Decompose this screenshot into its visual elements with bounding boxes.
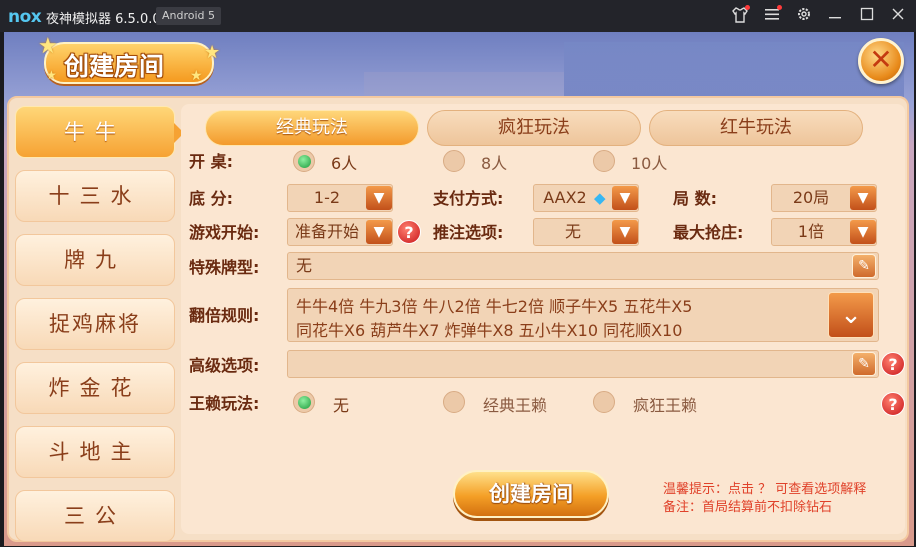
- create-room-panel: 牛牛 十三水 牌九 捉鸡麻将 炸金花 斗地主 三公 经典玩法 疯狂玩法 红牛玩法…: [7, 96, 909, 542]
- sidebar-item-label: 牛牛: [64, 120, 126, 144]
- advanced-field[interactable]: ✎: [287, 350, 879, 378]
- sidebar-item-label: 牌九: [64, 248, 126, 272]
- tab-label: 疯狂玩法: [498, 117, 570, 138]
- option-wildcard-crazy: 疯狂王赖: [633, 396, 698, 415]
- rounds-value: 20局: [792, 188, 830, 207]
- help-icon[interactable]: ?: [397, 220, 421, 244]
- tab-crazy[interactable]: 疯狂玩法: [427, 110, 641, 146]
- create-room-button[interactable]: 创建房间: [453, 470, 609, 518]
- sidebar-item-niuniu[interactable]: 牛牛: [15, 106, 184, 158]
- minimize-icon[interactable]: [825, 6, 845, 26]
- game-start-label: 游戏开始:: [189, 223, 260, 242]
- star-icon: ★: [204, 42, 221, 63]
- wildcard-label: 王赖玩法:: [189, 394, 260, 413]
- close-icon: ✕: [869, 43, 893, 76]
- star-icon: ★: [46, 68, 57, 82]
- sidebar-item-label: 十三水: [48, 184, 142, 208]
- tab-label: 红牛玩法: [720, 117, 792, 138]
- chevron-down-icon: ▼: [612, 186, 638, 210]
- game-start-value: 准备开始: [294, 222, 359, 241]
- special-cards-value: 无: [296, 256, 313, 275]
- sidebar-item-shisanshui[interactable]: 十三水: [15, 170, 175, 222]
- sidebar-item-paijiu[interactable]: 牌九: [15, 234, 175, 286]
- close-window-icon[interactable]: [888, 6, 908, 26]
- multiplier-rules-field[interactable]: 牛牛4倍 牛九3倍 牛八2倍 牛七2倍 顺子牛X5 五花牛X5 同花牛X6 葫芦…: [287, 288, 879, 342]
- settings-icon[interactable]: [794, 6, 814, 26]
- special-cards-label: 特殊牌型:: [189, 258, 260, 277]
- sidebar-item-label: 三公: [64, 504, 126, 528]
- max-grab-value: 1倍: [797, 222, 825, 241]
- chevron-down-icon: ▼: [366, 186, 392, 210]
- pin-icon[interactable]: ✎: [852, 254, 876, 278]
- nox-logo: nox: [8, 7, 42, 27]
- page-title: 创建房间: [64, 52, 165, 81]
- pin-icon[interactable]: ✎: [852, 352, 876, 376]
- chevron-down-icon[interactable]: ⌄: [828, 292, 874, 338]
- advanced-label: 高级选项:: [189, 356, 260, 375]
- sidebar-item-zhajinhua[interactable]: 炸金花: [15, 362, 175, 414]
- sidebar-item-label: 炸金花: [48, 376, 142, 400]
- app-name: 夜神模拟器 6.5.0.0: [46, 12, 161, 27]
- chevron-down-icon: ▼: [850, 220, 876, 244]
- close-dialog-button[interactable]: ✕: [858, 38, 904, 84]
- radio-10-players[interactable]: [593, 150, 615, 172]
- tip-note: 备注：首局结算前不扣除钻石: [663, 500, 833, 515]
- sidebar-item-doudizhu[interactable]: 斗地主: [15, 426, 175, 478]
- option-10-players: 10人: [631, 154, 668, 173]
- sidebar-item-zhuoji-mahjong[interactable]: 捉鸡麻将: [15, 298, 175, 350]
- base-score-label: 底 分:: [189, 189, 233, 208]
- chevron-down-icon: ▼: [612, 220, 638, 244]
- option-wildcard-none: 无: [333, 396, 350, 415]
- maximize-icon[interactable]: [857, 6, 877, 26]
- help-icon[interactable]: ?: [881, 392, 905, 416]
- radio-wildcard-none[interactable]: [293, 391, 315, 413]
- base-score-value: 1-2: [313, 188, 341, 207]
- bet-option-select[interactable]: 无 ▼: [533, 218, 639, 246]
- multiplier-rules-line1: 牛牛4倍 牛九3倍 牛八2倍 牛七2倍 顺子牛X5 五花牛X5: [296, 297, 693, 316]
- diamond-icon: ◆: [594, 189, 606, 207]
- sidebar-item-label: 捉鸡麻将: [49, 312, 141, 336]
- max-grab-label: 最大抢庄:: [673, 223, 744, 242]
- base-score-select[interactable]: 1-2 ▼: [287, 184, 393, 212]
- option-6-players: 6人: [331, 154, 358, 173]
- android-version-badge: Android 5: [156, 7, 222, 25]
- tab-classic[interactable]: 经典玩法: [205, 110, 419, 146]
- chevron-down-icon: ▼: [366, 220, 392, 244]
- radio-6-players[interactable]: [293, 150, 315, 172]
- special-cards-field[interactable]: 无 ✎: [287, 252, 879, 280]
- bet-option-label: 推注选项:: [433, 223, 504, 242]
- star-icon: ★: [38, 34, 58, 59]
- notification-dot: [745, 5, 750, 10]
- payment-value: AAX2: [543, 188, 587, 207]
- tab-label: 经典玩法: [276, 117, 348, 138]
- rounds-label: 局 数:: [673, 189, 717, 208]
- game-start-select[interactable]: 准备开始 ▼: [287, 218, 393, 246]
- title-banner: 创建房间 ★ ★ ★ ★: [38, 34, 220, 88]
- game-screen: 创建房间 ★ ★ ★ ★ ✕ 牛牛 十三水 牌九 捉鸡麻将 炸金花 斗地主 三公: [4, 32, 914, 546]
- max-grab-select[interactable]: 1倍 ▼: [771, 218, 877, 246]
- radio-wildcard-classic[interactable]: [443, 391, 465, 413]
- radio-wildcard-crazy[interactable]: [593, 391, 615, 413]
- rounds-select[interactable]: 20局 ▼: [771, 184, 877, 212]
- option-wildcard-classic: 经典王赖: [483, 396, 548, 415]
- tip-hint: 温馨提示：点击 ？ 可查看选项解释: [663, 482, 867, 497]
- sidebar-item-label: 斗地主: [48, 440, 142, 464]
- payment-label: 支付方式:: [433, 189, 504, 208]
- multiplier-rules-line2: 同花牛X6 葫芦牛X7 炸弹牛X8 五小牛X10 同花顺X10: [296, 321, 683, 340]
- emulator-titlebar: nox 夜神模拟器 6.5.0.0 Android 5: [0, 0, 916, 32]
- sidebar-item-sangong[interactable]: 三公: [15, 490, 175, 542]
- radio-8-players[interactable]: [443, 150, 465, 172]
- tab-red-bull[interactable]: 红牛玩法: [649, 110, 863, 146]
- open-table-label: 开 桌:: [189, 152, 233, 171]
- star-icon: ★: [190, 68, 203, 84]
- multiplier-rules-label: 翻倍规则:: [189, 306, 260, 325]
- option-8-players: 8人: [481, 154, 508, 173]
- create-room-label: 创建房间: [489, 482, 573, 506]
- notification-dot: [777, 5, 782, 10]
- chevron-down-icon: ▼: [850, 186, 876, 210]
- options-area: 经典玩法 疯狂玩法 红牛玩法 开 桌: 6人 8人 10人 底 分: 1-2 ▼…: [181, 104, 905, 534]
- bet-option-value: 无: [564, 222, 581, 241]
- payment-select[interactable]: AAX2 ◆ ▼: [533, 184, 639, 212]
- help-icon[interactable]: ?: [881, 352, 905, 376]
